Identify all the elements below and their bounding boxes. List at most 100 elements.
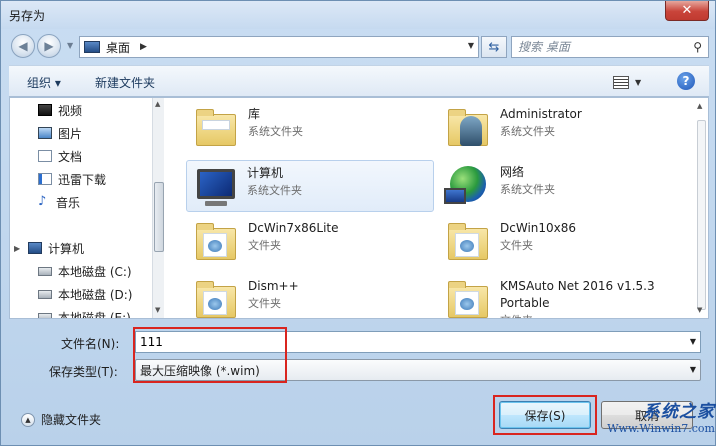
back-button[interactable]: ◀ bbox=[11, 34, 35, 58]
history-dropdown-icon[interactable]: ▼ bbox=[67, 41, 73, 50]
sidebar-item-drive-e[interactable]: 本地磁盘 (E:) bbox=[38, 307, 131, 318]
file-item-computer[interactable]: 计算机 系统文件夹 bbox=[186, 160, 434, 212]
forward-arrow-icon: ▶ bbox=[44, 39, 54, 53]
sidebar-item-label: 本地磁盘 (C:) bbox=[58, 264, 132, 279]
sidebar-item-label: 图片 bbox=[58, 126, 83, 141]
sidebar-item-videos[interactable]: 视频 bbox=[38, 100, 82, 120]
file-item-folder[interactable]: KMSAuto Net 2016 v1.5.3 Portable 文件夹 bbox=[440, 274, 688, 318]
sidebar-item-drive-d[interactable]: 本地磁盘 (D:) bbox=[38, 284, 132, 304]
address-bar[interactable]: 桌面 ▶ ▼ bbox=[79, 36, 479, 58]
breadcrumb-chevron-icon[interactable]: ▶ bbox=[140, 42, 147, 52]
file-list-scrollbar[interactable]: ▲ ▼ bbox=[694, 98, 708, 318]
file-name: 网络 bbox=[500, 165, 525, 179]
scrollbar-thumb[interactable] bbox=[697, 120, 706, 310]
hide-folders-toggle[interactable]: ▲ 隐藏文件夹 bbox=[21, 411, 101, 428]
refresh-button[interactable]: ⇆ bbox=[481, 36, 507, 58]
sidebar-item-label: 本地磁盘 (D:) bbox=[58, 287, 133, 302]
filename-label: 文件名(N): bbox=[61, 337, 120, 351]
sidebar-item-downloads[interactable]: 迅雷下载 bbox=[38, 169, 106, 189]
library-icon bbox=[192, 104, 242, 152]
desktop-icon bbox=[84, 41, 100, 53]
filetype-label: 保存类型(T): bbox=[49, 365, 118, 379]
file-item-administrator[interactable]: Administrator 系统文件夹 bbox=[440, 102, 688, 154]
file-type: 系统文件夹 bbox=[247, 184, 302, 197]
sidebar-item-label: 计算机 bbox=[48, 241, 85, 256]
file-type: 文件夹 bbox=[248, 297, 281, 310]
back-arrow-icon: ◀ bbox=[18, 39, 28, 53]
close-button[interactable]: ✕ bbox=[665, 1, 709, 21]
address-row: ◀ ▶ ▼ 桌面 ▶ ▼ ⇆ ⚲ bbox=[9, 31, 709, 61]
search-input[interactable] bbox=[518, 40, 678, 54]
file-name: KMSAuto Net 2016 v1.5.3 Portable bbox=[500, 279, 655, 310]
collapse-icon: ▲ bbox=[21, 412, 35, 427]
file-item-library[interactable]: 库 系统文件夹 bbox=[188, 102, 436, 154]
file-item-folder[interactable]: DcWin10x86 文件夹 bbox=[440, 216, 688, 268]
documents-icon bbox=[38, 150, 52, 162]
breadcrumb-desktop[interactable]: 桌面 bbox=[106, 39, 130, 56]
file-name: DcWin10x86 bbox=[500, 221, 577, 235]
search-box[interactable]: ⚲ bbox=[511, 36, 709, 58]
network-icon bbox=[444, 162, 494, 210]
filename-dropdown-icon[interactable]: ▼ bbox=[690, 337, 696, 346]
file-item-network[interactable]: 网络 系统文件夹 bbox=[440, 160, 688, 212]
sidebar-item-label: 视频 bbox=[58, 103, 83, 118]
hide-folders-label: 隐藏文件夹 bbox=[41, 413, 102, 427]
scrollbar-thumb[interactable] bbox=[154, 182, 164, 252]
video-icon bbox=[38, 104, 52, 116]
file-item-folder[interactable]: DcWin7x86Lite 文件夹 bbox=[188, 216, 436, 268]
scroll-up-icon[interactable]: ▲ bbox=[155, 100, 160, 108]
refresh-icon: ⇆ bbox=[488, 39, 500, 55]
watermark-url: Www.Winwin7.com bbox=[607, 422, 715, 435]
search-icon[interactable]: ⚲ bbox=[693, 40, 702, 54]
sidebar-item-drive-c[interactable]: 本地磁盘 (C:) bbox=[38, 261, 132, 281]
sidebar-item-label: 本地磁盘 (E:) bbox=[58, 310, 131, 319]
drive-icon bbox=[38, 266, 52, 276]
toolbar: 组织 ▾ 新建文件夹 ▼ ? bbox=[9, 65, 709, 97]
music-icon: ♪ bbox=[38, 194, 47, 209]
sidebar-item-label: 音乐 bbox=[56, 195, 81, 210]
save-as-dialog: 另存为 ✕ ◀ ▶ ▼ 桌面 ▶ ▼ ⇆ ⚲ 组织 ▾ 新建文件夹 bbox=[0, 0, 716, 446]
sidebar-item-documents[interactable]: 文档 bbox=[38, 146, 82, 166]
view-dropdown-icon: ▼ bbox=[635, 77, 642, 87]
file-list: 库 系统文件夹 Administrator 系统文件夹 计算机 系统文件夹 网络… bbox=[166, 98, 690, 318]
sidebar-item-computer[interactable]: 计算机 bbox=[28, 238, 84, 258]
file-name: 计算机 bbox=[247, 166, 284, 180]
computer-icon bbox=[191, 163, 241, 211]
title-bar[interactable]: 另存为 ✕ bbox=[1, 1, 715, 29]
expand-computer-icon[interactable]: ▶ bbox=[14, 244, 20, 253]
pictures-icon bbox=[38, 127, 52, 139]
file-type: 系统文件夹 bbox=[248, 125, 303, 138]
help-icon[interactable]: ? bbox=[677, 72, 695, 90]
file-name: Dism++ bbox=[248, 279, 299, 293]
view-options-button[interactable]: ▼ bbox=[613, 73, 653, 91]
user-folder-icon bbox=[444, 104, 494, 152]
folder-icon bbox=[192, 276, 242, 318]
filetype-dropdown-icon[interactable]: ▼ bbox=[690, 365, 696, 374]
highlight-annotation bbox=[133, 327, 287, 383]
scroll-up-icon[interactable]: ▲ bbox=[697, 102, 702, 110]
folder-icon bbox=[444, 276, 494, 318]
forward-button[interactable]: ▶ bbox=[37, 34, 61, 58]
sidebar-item-pictures[interactable]: 图片 bbox=[38, 123, 82, 143]
file-type: 文件夹 bbox=[500, 312, 688, 318]
file-name: DcWin7x86Lite bbox=[248, 221, 339, 235]
save-form: 文件名(N): ▼ 保存类型(T): 最大压缩映像 (*.wim) ▼ bbox=[9, 323, 709, 383]
sidebar-item-label: 文档 bbox=[58, 149, 83, 164]
organize-menu[interactable]: 组织 ▾ bbox=[27, 74, 61, 91]
navigation-scrollbar[interactable]: ▲ ▼ bbox=[152, 98, 164, 318]
file-type: 文件夹 bbox=[500, 239, 533, 252]
file-item-folder[interactable]: Dism++ 文件夹 bbox=[188, 274, 436, 318]
window-title: 另存为 bbox=[9, 9, 46, 23]
sidebar-item-music[interactable]: ♪ 音乐 bbox=[38, 192, 80, 212]
sidebar-item-label: 迅雷下载 bbox=[58, 172, 107, 187]
folder-icon bbox=[192, 218, 242, 266]
address-dropdown-icon[interactable]: ▼ bbox=[468, 41, 474, 50]
file-type: 文件夹 bbox=[248, 239, 281, 252]
scroll-down-icon[interactable]: ▼ bbox=[697, 306, 702, 314]
watermark: 系统之家 Www.Winwin7.com bbox=[591, 397, 715, 445]
navigation-pane: 视频 图片 文档 迅雷下载 ♪ 音乐 ▶ 计算机 本地磁盘 (C:) 本地磁盘 … bbox=[10, 98, 160, 318]
drive-icon bbox=[38, 312, 52, 318]
file-name: Administrator bbox=[500, 107, 582, 121]
new-folder-button[interactable]: 新建文件夹 bbox=[95, 74, 155, 91]
scroll-down-icon[interactable]: ▼ bbox=[155, 306, 160, 314]
